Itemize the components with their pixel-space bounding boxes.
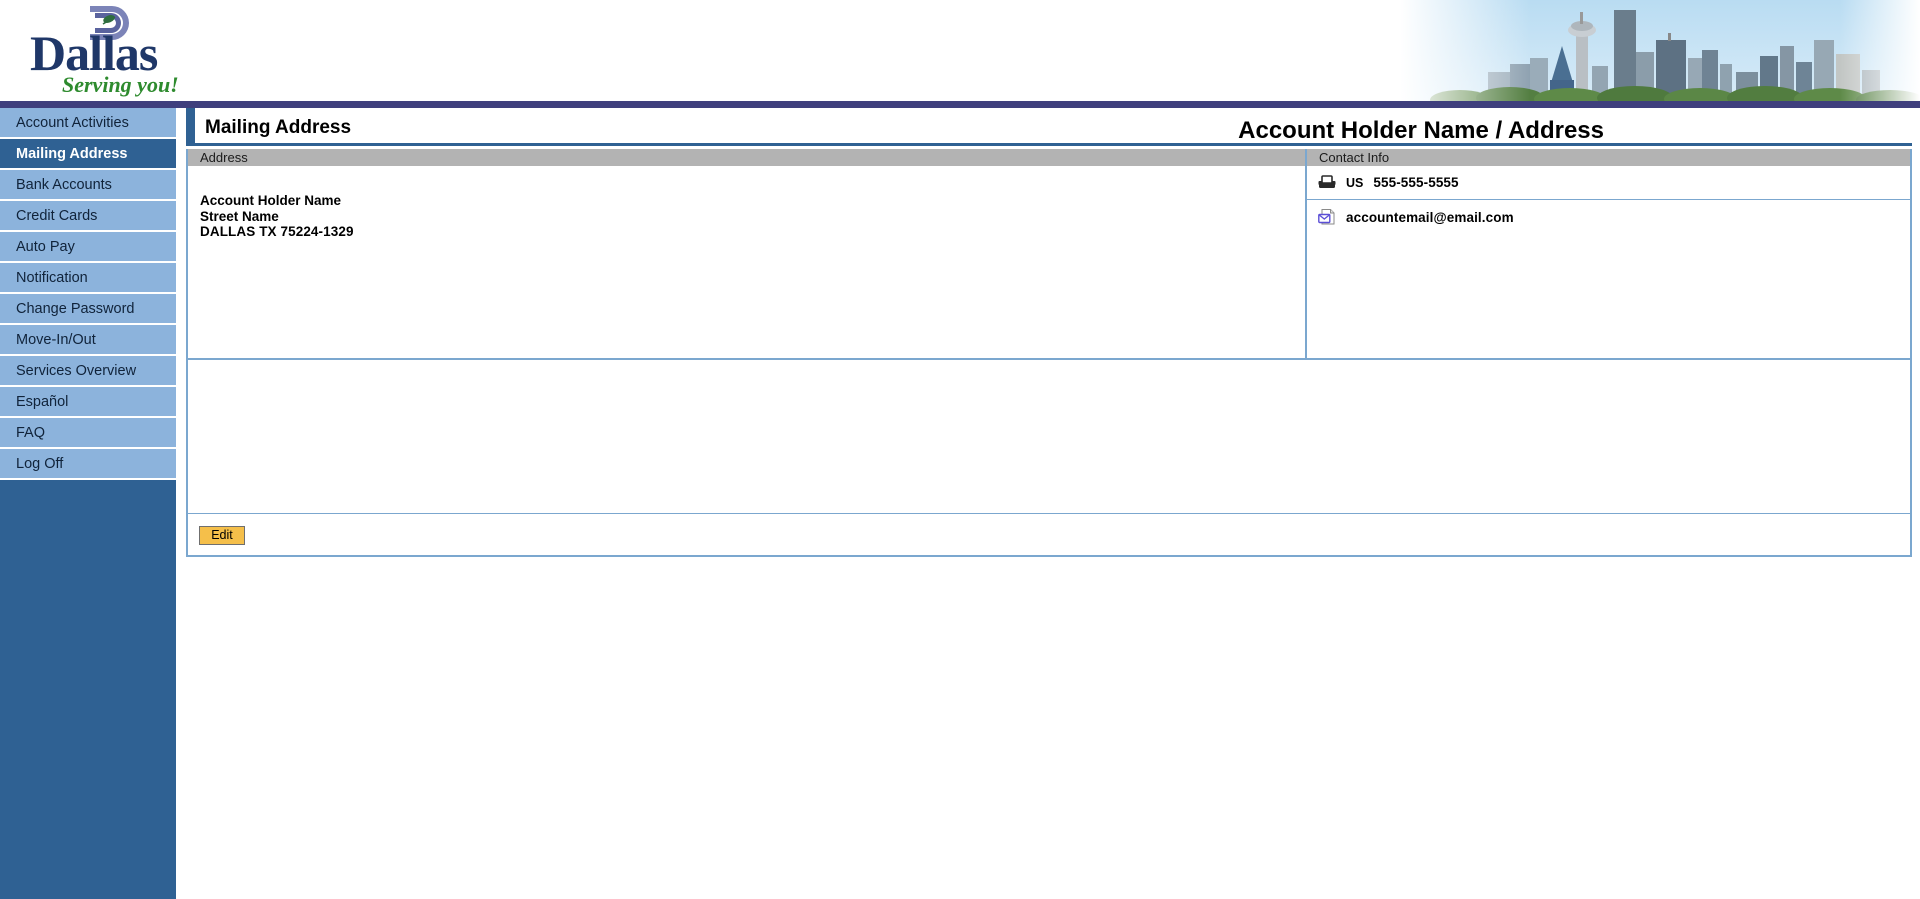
contact-row: US 555-555-5555: [1307, 166, 1910, 200]
sidebar-item-mailing-address[interactable]: Mailing Address: [0, 139, 176, 170]
sidebar-item-label: Bank Accounts: [16, 177, 112, 193]
sidebar-item-label: Log Off: [16, 456, 64, 472]
address-line-street: Street Name: [200, 208, 279, 224]
address-column-header: Address: [188, 149, 1305, 166]
address-column-body: Account Holder Name Street Name DALLAS T…: [188, 166, 1305, 240]
sidebar-item-label: Services Overview: [16, 363, 137, 379]
sidebar-item-log-off[interactable]: Log Off: [0, 449, 176, 480]
sidebar-item-account-activities[interactable]: Account Activities: [0, 108, 176, 139]
edit-button[interactable]: Edit: [199, 526, 245, 545]
page-body: Account Activities Mailing Address Bank …: [0, 108, 1920, 899]
contact-row: accountemail@email.com: [1307, 200, 1910, 234]
sidebar-item-label: Notification: [16, 270, 88, 286]
contact-column-header: Contact Info: [1307, 149, 1910, 166]
address-line-name: Account Holder Name: [200, 193, 342, 208]
action-bar-divider: [188, 513, 1910, 514]
sidebar-nav: Account Activities Mailing Address Bank …: [0, 108, 176, 899]
sidebar-item-move-in-out[interactable]: Move-In/Out: [0, 325, 176, 356]
site-header: Dallas Serving you!: [0, 0, 1920, 108]
sidebar-item-faq[interactable]: FAQ: [0, 418, 176, 449]
sidebar-item-auto-pay[interactable]: Auto Pay: [0, 232, 176, 263]
sidebar-item-label: Español: [16, 394, 69, 410]
sidebar-item-espanol[interactable]: Español: [0, 387, 176, 418]
address-contact-card: Address Account Holder Name Street Name …: [186, 149, 1912, 360]
mailing-address-block: Account Holder Name Street Name DALLAS T…: [188, 166, 1305, 240]
header-divider: [0, 101, 1920, 108]
email-address: accountemail@email.com: [1346, 209, 1514, 225]
page-title: Mailing Address: [205, 117, 352, 138]
sidebar-item-label: Auto Pay: [16, 239, 75, 255]
phone-country-code: US: [1346, 175, 1364, 190]
sidebar-item-label: Mailing Address: [16, 146, 128, 162]
sidebar-item-services-overview[interactable]: Services Overview: [0, 356, 176, 387]
sidebar-item-notification[interactable]: Notification: [0, 263, 176, 294]
contact-column-body: US 555-555-5555 accountemail@email.com: [1307, 166, 1910, 234]
address-column: Address Account Holder Name Street Name …: [188, 149, 1305, 358]
email-icon: [1317, 208, 1337, 226]
sidebar-item-credit-cards[interactable]: Credit Cards: [0, 201, 176, 232]
title-accent-bar: [186, 108, 195, 146]
sidebar-item-change-password[interactable]: Change Password: [0, 294, 176, 325]
sidebar-item-label: Account Activities: [16, 115, 129, 131]
brand-tagline: Serving you!: [62, 72, 179, 97]
phone-number: 555-555-5555: [1373, 175, 1459, 190]
action-bar: Edit: [186, 513, 1912, 557]
dallas-logo[interactable]: Dallas Serving you!: [30, 2, 210, 106]
sidebar-item-label: FAQ: [16, 425, 46, 441]
sidebar-item-bank-accounts[interactable]: Bank Accounts: [0, 170, 176, 201]
dallas-skyline-photo-icon: [1400, 0, 1920, 104]
main-content: Mailing Address Account Holder Name / Ad…: [186, 108, 1912, 899]
phone-icon: [1317, 174, 1337, 192]
sidebar-item-label: Move-In/Out: [16, 332, 96, 348]
account-holder-heading: Account Holder Name / Address: [1238, 117, 1604, 144]
contact-info-column: Contact Info US 555-555-5555 accountemai…: [1305, 149, 1910, 358]
sidebar-item-label: Credit Cards: [16, 208, 98, 224]
page-titlebar: Mailing Address Account Holder Name / Ad…: [186, 108, 1912, 146]
sidebar-item-label: Change Password: [16, 301, 135, 317]
address-line-city-state-zip: DALLAS TX 75224-1329: [200, 224, 354, 239]
brand-wordmark: Dallas: [30, 25, 158, 81]
card-spacer: [186, 360, 1912, 513]
